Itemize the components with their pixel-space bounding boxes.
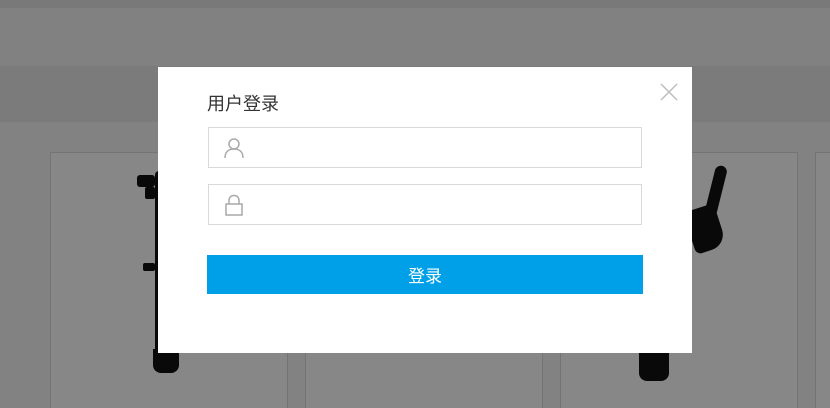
user-icon xyxy=(224,138,244,159)
password-field[interactable] xyxy=(208,184,642,225)
close-button[interactable] xyxy=(658,81,680,103)
username-input[interactable] xyxy=(253,128,633,167)
password-input[interactable] xyxy=(253,185,633,224)
lock-icon xyxy=(225,194,243,216)
login-modal: 用户登录 登录 xyxy=(158,67,692,353)
page: 用户登录 登录 xyxy=(0,0,830,408)
username-field[interactable] xyxy=(208,127,642,168)
close-icon xyxy=(660,83,678,101)
modal-title: 用户登录 xyxy=(207,94,279,115)
login-button[interactable]: 登录 xyxy=(207,255,643,294)
